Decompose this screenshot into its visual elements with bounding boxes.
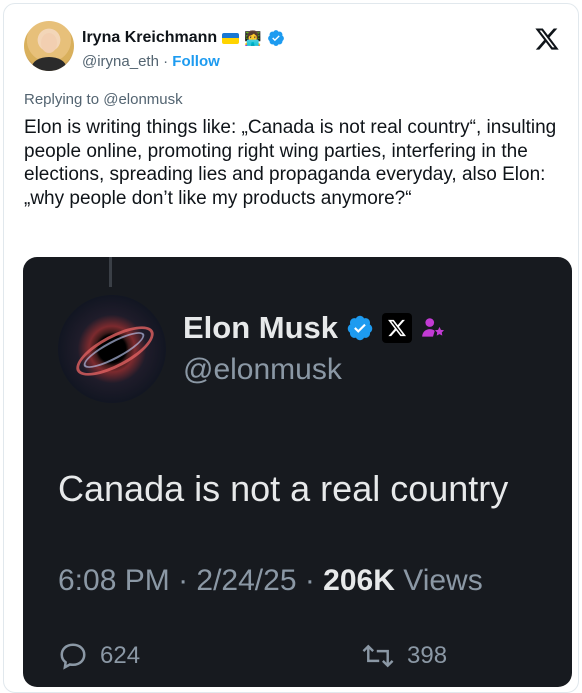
embedded-repost-count: 398: [407, 642, 448, 669]
avatar[interactable]: [24, 21, 74, 71]
tweet-card: Iryna Kreichmann 👩‍💻 @iryna_eth · Follow…: [3, 3, 579, 693]
replying-to-label[interactable]: Replying to @elonmusk: [24, 91, 183, 108]
embedded-tweet-text: Canada is not a real country: [58, 468, 509, 509]
author-handle-row: @iryna_eth · Follow: [82, 53, 220, 70]
technologist-emoji-icon: 👩‍💻: [244, 29, 262, 46]
x-logo-icon[interactable]: [534, 26, 560, 52]
author-handle[interactable]: @iryna_eth: [82, 53, 159, 70]
embedded-meta: 6:08 PM · 2/24/25 · 206K Views: [58, 564, 483, 598]
meta-dot-2: ·: [296, 564, 324, 597]
embedded-avatar: [58, 295, 166, 403]
embedded-reply-action: 624: [58, 641, 140, 671]
embedded-views-count: 206K: [323, 564, 395, 597]
embedded-verified-badge-icon: [347, 315, 373, 341]
embedded-date: 2/24/25: [196, 564, 297, 597]
tweet-text: Elon is writing things like: „Canada is …: [24, 117, 557, 209]
embedded-repost-action: 398: [361, 641, 447, 671]
thread-line: [109, 257, 112, 287]
reply-icon: [60, 643, 86, 670]
embedded-reply-count: 624: [100, 642, 141, 669]
author-display-name[interactable]: Iryna Kreichmann: [82, 29, 217, 47]
embedded-display-name: Elon Musk: [183, 310, 339, 345]
embedded-views-label: Views: [394, 564, 483, 597]
meta-dot-1: ·: [169, 564, 197, 597]
embedded-time: 6:08 PM: [58, 564, 170, 597]
embedded-x-logo-icon: [382, 313, 413, 343]
follow-button[interactable]: Follow: [172, 53, 220, 70]
embedded-tweet-screenshot[interactable]: Elon Musk @elonmusk Canada is not a real…: [23, 257, 572, 687]
repost-icon: [362, 644, 394, 668]
author-name-row: Iryna Kreichmann 👩‍💻: [82, 29, 285, 47]
separator-dot: ·: [163, 53, 169, 70]
affiliate-icon: [422, 318, 445, 337]
embedded-actions: 624 398: [58, 641, 538, 671]
embedded-handle: @elonmusk: [183, 353, 342, 386]
ukraine-flag-icon: [222, 32, 240, 44]
verified-badge-icon: [267, 30, 284, 46]
embedded-name-row: Elon Musk: [183, 310, 446, 346]
